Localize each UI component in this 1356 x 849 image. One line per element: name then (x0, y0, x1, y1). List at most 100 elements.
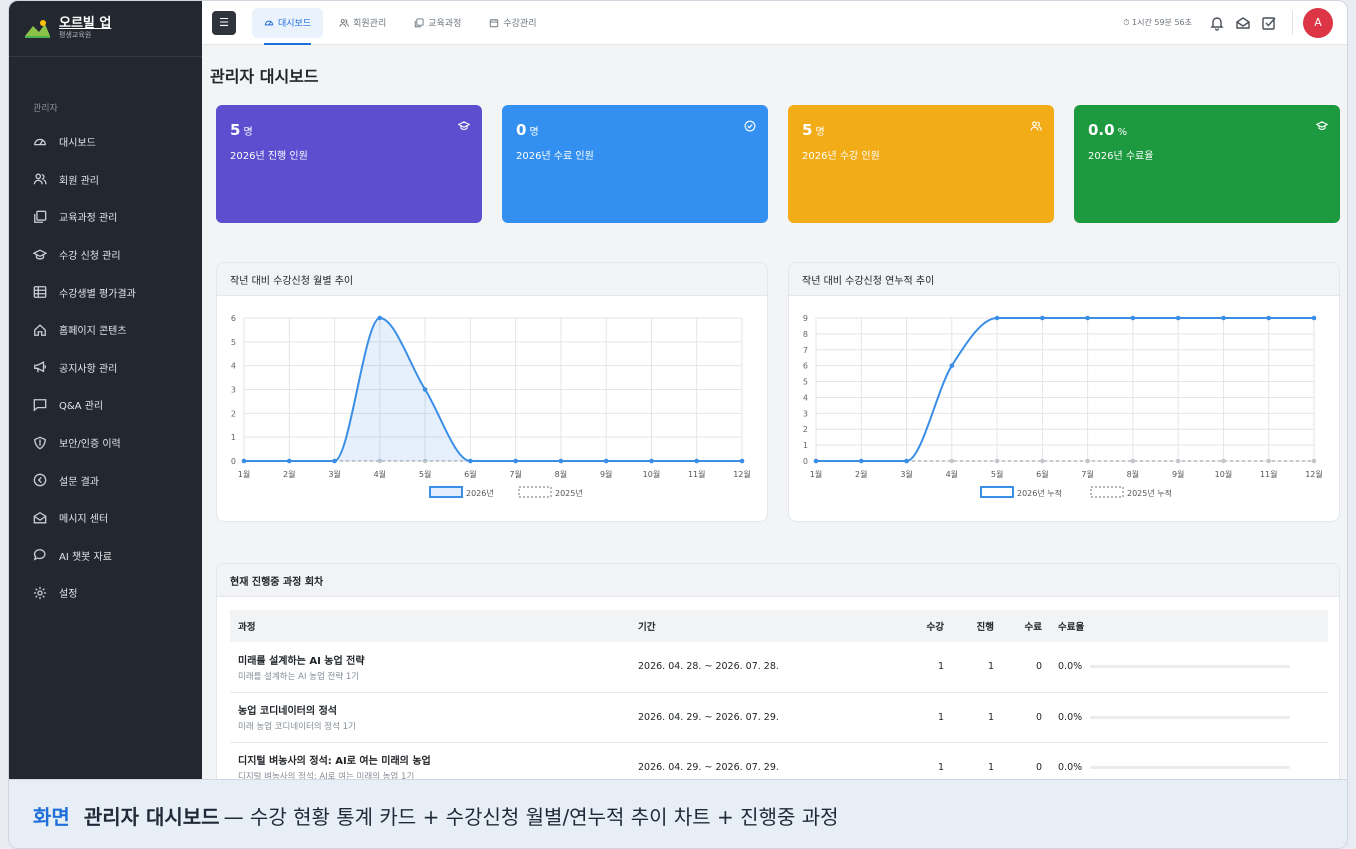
user-avatar[interactable]: A (1303, 7, 1333, 38)
hamburger-icon: ☰ (219, 16, 229, 29)
main-content: 관리자 대시보드 5 명 2026년 진행 인원 0 명 2026년 수료 인원 5 명 202… (202, 45, 1347, 779)
data-point (1085, 458, 1090, 464)
divider (1292, 10, 1293, 35)
sidebar-item-label: 교육과정 관리 (59, 213, 118, 225)
stat-value-wrap: 5명 (230, 121, 468, 139)
sidebar-item-label: 설정 (59, 589, 78, 601)
x-tick-label: 10월 (643, 469, 661, 479)
data-point (1040, 458, 1045, 464)
data-point (1311, 315, 1317, 321)
tab-calendar[interactable]: 수강관리 (477, 8, 548, 38)
data-point (1130, 458, 1136, 464)
brand[interactable]: 오르빌 업 평생교육원 (9, 1, 202, 57)
sidebar-item-users[interactable]: 회원 관리 (9, 161, 202, 199)
stat-label: 2026년 수료율 (1088, 151, 1154, 162)
data-point (949, 458, 955, 464)
sidebar-item-label: 수강생별 평가결과 (59, 288, 136, 300)
bell-icon[interactable] (1209, 15, 1225, 31)
topbar: ☰ 대시보드 회원관리 교육과정 수강관리 ⏱ 1시간 59분 56초 A (202, 1, 1347, 45)
y-tick-label: 0 (231, 457, 236, 466)
period-cell: 2026. 04. 29. ~ 2026. 07. 29. (630, 742, 902, 779)
progress-cell: 1 (952, 642, 1002, 693)
sidebar-item-gear[interactable]: 설정 (9, 574, 202, 612)
sidebar-item-table[interactable]: 수강생별 평가결과 (9, 273, 202, 311)
table-row[interactable]: 디지털 벼농사의 정석: AI로 여는 미래의 농업 디지털 벼농사의 정석: A… (230, 742, 1328, 779)
shield-icon (33, 436, 47, 450)
data-point (558, 458, 564, 464)
envelope-open-icon[interactable] (1235, 15, 1251, 31)
sidebar-item-label: 대시보드 (59, 138, 96, 150)
cumulative-chart-panel: 작년 대비 수강신청 연누적 추이 0 1 2 3 4 5 6 7 8 9 1월 2월 3월 4월 5월 6월… (788, 262, 1340, 522)
legend-swatch (980, 486, 1014, 498)
x-tick-label: 11월 (1260, 469, 1278, 479)
data-point (1266, 458, 1272, 464)
sidebar-item-label: 보안/인증 이력 (59, 439, 121, 451)
logo-icon (23, 18, 51, 40)
sidebar-item-label: AI 챗봇 자료 (59, 551, 112, 563)
data-point (1266, 315, 1272, 321)
menu-toggle-button[interactable]: ☰ (212, 10, 236, 35)
period-cell: 2026. 04. 29. ~ 2026. 07. 29. (630, 692, 902, 743)
y-tick-label: 2 (803, 425, 808, 434)
sidebar-item-envelope[interactable]: 메시지 센터 (9, 499, 202, 537)
data-point (1175, 458, 1181, 464)
sidebar-item-shield[interactable]: 보안/인증 이력 (9, 424, 202, 462)
check-square-icon[interactable] (1261, 15, 1277, 31)
data-point (813, 458, 819, 464)
envelope-icon (33, 511, 47, 525)
legend-swatch (518, 486, 552, 498)
sidebar-item-home[interactable]: 홈페이지 콘텐츠 (9, 311, 202, 349)
data-point (1175, 315, 1181, 321)
rate-text: 0.0% (1058, 661, 1083, 673)
page-title: 관리자 대시보드 (210, 67, 319, 86)
calendar-icon (489, 18, 499, 28)
sidebar-item-graduation-cap[interactable]: 수강 신청 관리 (9, 236, 202, 274)
tab-label: 회원관리 (353, 19, 387, 29)
data-point (513, 458, 518, 464)
sidebar-item-dashboard[interactable]: 대시보드 (9, 123, 202, 161)
legend-swatch (1090, 486, 1124, 498)
col-completed: 수료 (1002, 610, 1050, 642)
stat-unit: % (1117, 127, 1128, 138)
tab-label: 교육과정 (428, 19, 462, 29)
x-tick-label: 6월 (464, 469, 476, 479)
y-tick-label: 5 (803, 378, 808, 387)
data-point (1040, 315, 1045, 321)
stat-value: 0.0 (1088, 121, 1115, 139)
sidebar-item-chat-square[interactable]: Q&A 관리 (9, 386, 202, 424)
table-row[interactable]: 농업 코디네이터의 정석 미래 농업 코디네이터의 정석 1기 2026. 04. … (230, 692, 1328, 743)
chat-square-icon (33, 398, 47, 412)
data-point (1221, 315, 1226, 321)
tab-dashboard[interactable]: 대시보드 (252, 7, 324, 45)
active-courses-panel: 현재 진행중 과정 회차 과정 기간 수강 진행 수료 수료율 미래를 설계하는… (216, 563, 1340, 779)
stat-label: 2026년 수료 인원 (516, 151, 594, 162)
top-tabs: 대시보드 회원관리 교육과정 수강관리 (252, 7, 553, 45)
table-row[interactable]: 미래를 설계하는 AI 농업 전략 미래를 설계하는 AI 농업 전략 1기 202… (230, 642, 1328, 693)
sidebar-item-chat[interactable]: AI 챗봇 자료 (9, 537, 202, 575)
sidebar-item-label: 설문 결과 (59, 476, 99, 488)
x-tick-label: 12월 (733, 469, 751, 479)
stat-card: 5 명 2026년 진행 인원 (216, 105, 482, 223)
users-icon (339, 18, 349, 28)
y-tick-label: 1 (231, 433, 236, 442)
enrolled-cell: 1 (902, 692, 952, 743)
x-tick-label: 12월 (1305, 469, 1323, 479)
data-point (694, 458, 700, 464)
sidebar-item-copy[interactable]: 교육과정 관리 (9, 198, 202, 236)
x-tick-label: 11월 (688, 469, 706, 479)
sidebar-item-megaphone[interactable]: 공지사항 관리 (9, 349, 202, 387)
monthly-chart-title: 작년 대비 수강신청 월별 추이 (217, 263, 767, 296)
home-icon (33, 323, 47, 337)
tab-copy[interactable]: 교육과정 (402, 8, 473, 38)
active-courses-table: 과정 기간 수강 진행 수료 수료율 미래를 설계하는 AI 농업 전략 미래를 … (230, 610, 1328, 779)
tab-users[interactable]: 회원관리 (327, 8, 398, 38)
y-tick-label: 4 (803, 393, 808, 402)
data-point (422, 387, 428, 392)
course-cell: 농업 코디네이터의 정석 미래 농업 코디네이터의 정석 1기 (230, 692, 630, 743)
table-icon (33, 285, 47, 299)
tab-label: 대시보드 (278, 19, 312, 29)
sidebar-item-survey[interactable]: 설문 결과 (9, 461, 202, 499)
chat-icon (33, 548, 47, 562)
x-tick-label: 3월 (900, 469, 912, 479)
y-tick-label: 6 (231, 314, 236, 323)
